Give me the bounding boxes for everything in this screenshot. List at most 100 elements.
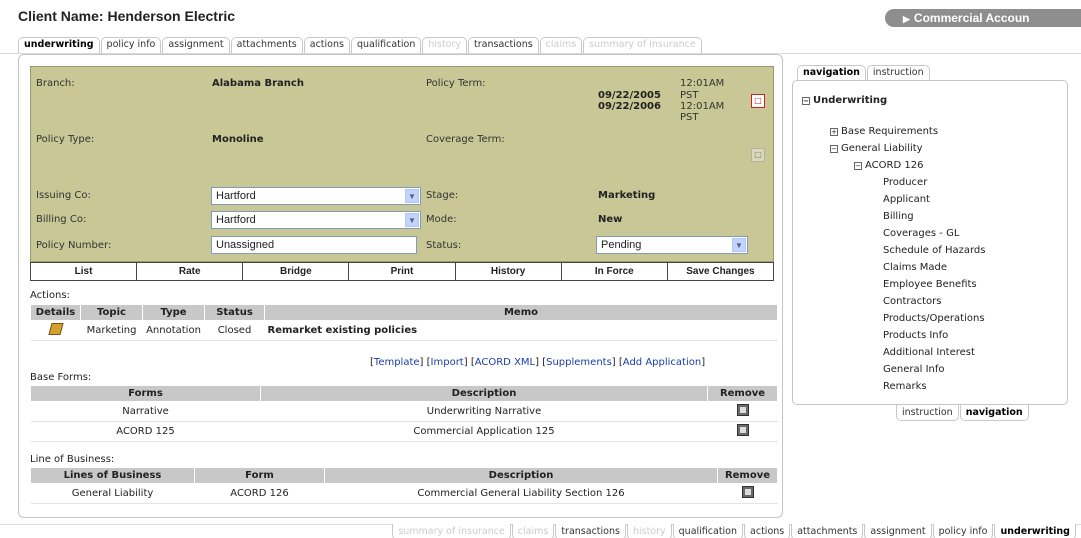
col-remove: Remove <box>707 385 778 402</box>
chevron-down-icon: ▼ <box>405 189 419 203</box>
collapse-icon[interactable]: − <box>802 97 810 105</box>
table-row: General Liability ACORD 126 Commercial G… <box>30 483 778 504</box>
import-link[interactable]: Import <box>431 357 464 368</box>
coverage-term-label: Coverage Term: <box>426 134 505 145</box>
supplements-link[interactable]: Supplements <box>546 357 612 368</box>
term-tz-end: PST <box>680 112 699 123</box>
status-value: Pending <box>601 239 642 251</box>
form-cell: Narrative <box>30 401 261 422</box>
col-status: Status <box>204 304 265 321</box>
tree-label: General Liability <box>841 143 923 154</box>
tab-actions[interactable]: actions <box>303 37 350 53</box>
remove-icon[interactable] <box>736 404 749 416</box>
tab-assignment[interactable]: assignment <box>864 524 932 538</box>
col-remove: Remove <box>717 467 778 484</box>
tree-general-liability[interactable]: − General Liability <box>830 140 923 157</box>
commercial-account-button[interactable]: ▶ Commercial Accoun <box>885 9 1081 27</box>
rate-button[interactable]: Rate <box>137 263 244 280</box>
tab-underwriting[interactable]: underwriting <box>18 37 100 53</box>
tree-acord-126[interactable]: − ACORD 126 <box>854 157 923 174</box>
list-button[interactable]: List <box>31 263 138 280</box>
description-cell: Commercial General Liability Section 126 <box>324 483 718 504</box>
issuing-co-value: Hartford <box>216 190 256 202</box>
tree-item-producer[interactable]: Producer <box>883 174 985 191</box>
branch-value: Alabama Branch <box>212 78 304 89</box>
tree-item-applicant[interactable]: Applicant <box>883 191 985 208</box>
base-forms-table: Forms Description Remove Narrative Under… <box>30 385 778 442</box>
remove-cell <box>707 401 778 422</box>
nav-tabs-top: navigation instruction <box>797 65 931 81</box>
tab-navigation[interactable]: navigation <box>797 65 866 81</box>
description-cell: Commercial Application 125 <box>260 421 708 442</box>
policy-number-input[interactable]: Unassigned <box>211 236 417 254</box>
tab-qualification[interactable]: qualification <box>672 524 744 538</box>
collapse-icon[interactable]: − <box>830 145 838 153</box>
tree-root[interactable]: − Underwriting <box>802 92 887 109</box>
tree-item-schedule-of-hazards[interactable]: Schedule of Hazards <box>883 242 985 259</box>
tree-item-employee-benefits[interactable]: Employee Benefits <box>883 276 985 293</box>
tab-history: history <box>626 524 672 538</box>
col-type: Type <box>142 304 205 321</box>
topic-cell: Marketing <box>80 320 143 341</box>
billing-co-select[interactable]: Hartford ▼ <box>211 211 421 229</box>
status-select[interactable]: Pending ▼ <box>596 236 748 254</box>
tree-label: ACORD 126 <box>865 160 924 171</box>
branch-label: Branch: <box>36 78 75 89</box>
tree-item-claims-made[interactable]: Claims Made <box>883 259 985 276</box>
term-tz-start: PST <box>680 90 699 101</box>
tab-instruction[interactable]: instruction <box>866 65 930 81</box>
save-changes-button[interactable]: Save Changes <box>668 263 773 280</box>
calendar-icon[interactable]: □ <box>751 94 765 108</box>
details-cell <box>30 320 81 341</box>
tree-item-products-info[interactable]: Products Info <box>883 327 985 344</box>
policy-number-label: Policy Number: <box>36 240 112 251</box>
tab-policy-info[interactable]: policy info <box>932 524 994 538</box>
tab-navigation-bottom[interactable]: navigation <box>959 405 1029 421</box>
tree-item-contractors[interactable]: Contractors <box>883 293 985 310</box>
tab-actions[interactable]: actions <box>744 524 791 538</box>
tree-root-label: Underwriting <box>813 95 888 106</box>
tab-transactions[interactable]: transactions <box>468 37 539 53</box>
tab-underwriting[interactable]: underwriting <box>994 524 1076 538</box>
tree-item-products-operations[interactable]: Products/Operations <box>883 310 985 327</box>
col-form: Form <box>194 467 325 484</box>
tree-item-general-info[interactable]: General Info <box>883 361 985 378</box>
tree-item-coverages-gl[interactable]: Coverages - GL <box>883 225 985 242</box>
tab-assignment[interactable]: assignment <box>162 37 230 53</box>
acord-xml-link[interactable]: ACORD XML <box>475 357 535 368</box>
tab-policy-info[interactable]: policy info <box>100 37 162 53</box>
calendar-disabled-icon: □ <box>751 148 765 162</box>
tree-item-additional-interest[interactable]: Additional Interest <box>883 344 985 361</box>
table-row: ACORD 125 Commercial Application 125 <box>30 421 778 442</box>
status-label: Status: <box>426 240 462 251</box>
print-button[interactable]: Print <box>349 263 456 280</box>
history-button[interactable]: History <box>456 263 562 280</box>
remove-icon[interactable] <box>736 424 749 436</box>
expand-icon[interactable]: + <box>830 128 838 136</box>
actions-label: Actions: <box>30 290 70 301</box>
tree-base-requirements[interactable]: + Base Requirements <box>830 123 938 140</box>
tab-history: history <box>422 37 468 53</box>
policy-type-value: Monoline <box>212 134 264 145</box>
edit-details-icon[interactable] <box>47 323 64 335</box>
remove-icon[interactable] <box>741 486 754 498</box>
tree-item-billing[interactable]: Billing <box>883 208 985 225</box>
issuing-co-select[interactable]: Hartford ▼ <box>211 187 421 205</box>
line-of-business-label: Line of Business: <box>30 454 115 465</box>
tab-instruction-bottom[interactable]: instruction <box>896 405 959 421</box>
term-date-start: 09/22/2005 <box>598 90 661 101</box>
tree-item-remarks[interactable]: Remarks <box>883 378 985 395</box>
tab-attachments[interactable]: attachments <box>230 37 303 53</box>
collapse-icon[interactable]: − <box>854 162 862 170</box>
actions-table: Details Topic Type Status Memo Marketing… <box>30 304 778 341</box>
template-link[interactable]: Template <box>374 357 420 368</box>
add-application-link[interactable]: Add Application <box>623 357 701 368</box>
bridge-button[interactable]: Bridge <box>243 263 350 280</box>
tab-qualification[interactable]: qualification <box>350 37 422 53</box>
tab-attachments[interactable]: attachments <box>791 524 864 538</box>
tab-claims: claims <box>539 37 583 53</box>
in-force-button[interactable]: In Force <box>562 263 668 280</box>
description-cell: Underwriting Narrative <box>260 401 708 422</box>
stage-label: Stage: <box>426 190 459 201</box>
tab-transactions[interactable]: transactions <box>555 524 626 538</box>
